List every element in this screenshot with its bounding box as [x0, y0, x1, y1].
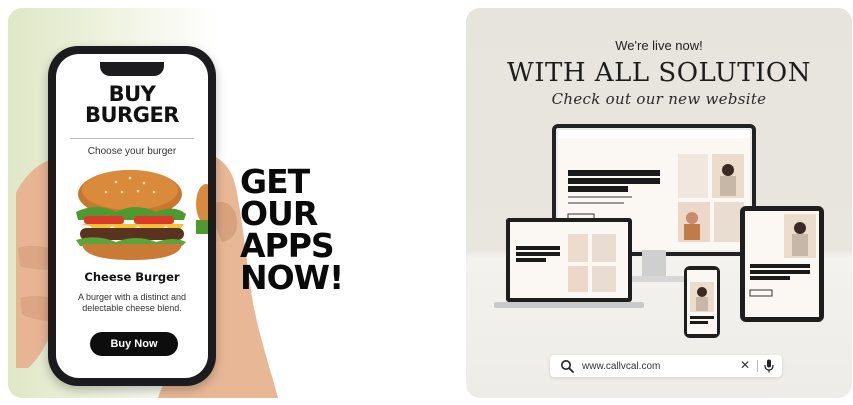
- burger-image[interactable]: [56, 164, 208, 264]
- page-title: BUY BURGER: [56, 84, 208, 126]
- search-bar[interactable]: ✕: [550, 355, 782, 377]
- search-input[interactable]: [582, 359, 722, 373]
- phone-notch: [100, 62, 164, 76]
- phone-screen: BUY BURGER Choose your burger Cheese Bur…: [56, 54, 208, 378]
- script-line: Check out our new website: [551, 90, 767, 108]
- kicker-text: We're live now!: [615, 38, 703, 53]
- divider: [757, 360, 758, 372]
- close-icon[interactable]: ✕: [740, 358, 750, 372]
- app-tagline: GET OUR APPS NOW!: [240, 165, 344, 297]
- website-launch-ad: We're live now! WITH ALL SOLUTION Check …: [466, 8, 852, 398]
- mic-icon[interactable]: [764, 359, 774, 373]
- headline: WITH ALL SOLUTION: [507, 58, 811, 88]
- burger-app-ad: BUY BURGER Choose your burger Cheese Bur…: [8, 8, 448, 398]
- device-mockups: [494, 124, 824, 338]
- title-line-buy: BUY: [108, 82, 156, 106]
- search-icon[interactable]: [560, 359, 574, 373]
- subtitle: Choose your burger: [87, 146, 177, 157]
- phone-mockup: BUY BURGER Choose your burger Cheese Bur…: [48, 46, 216, 386]
- product-name: Cheese Burger: [84, 270, 180, 284]
- tagline-line: NOW!: [240, 258, 344, 297]
- divider: [70, 138, 194, 139]
- product-description: A burger with a distinct and delectable …: [77, 292, 187, 313]
- buy-now-button[interactable]: Buy Now: [90, 332, 178, 356]
- title-line-burger: BURGER: [85, 103, 179, 127]
